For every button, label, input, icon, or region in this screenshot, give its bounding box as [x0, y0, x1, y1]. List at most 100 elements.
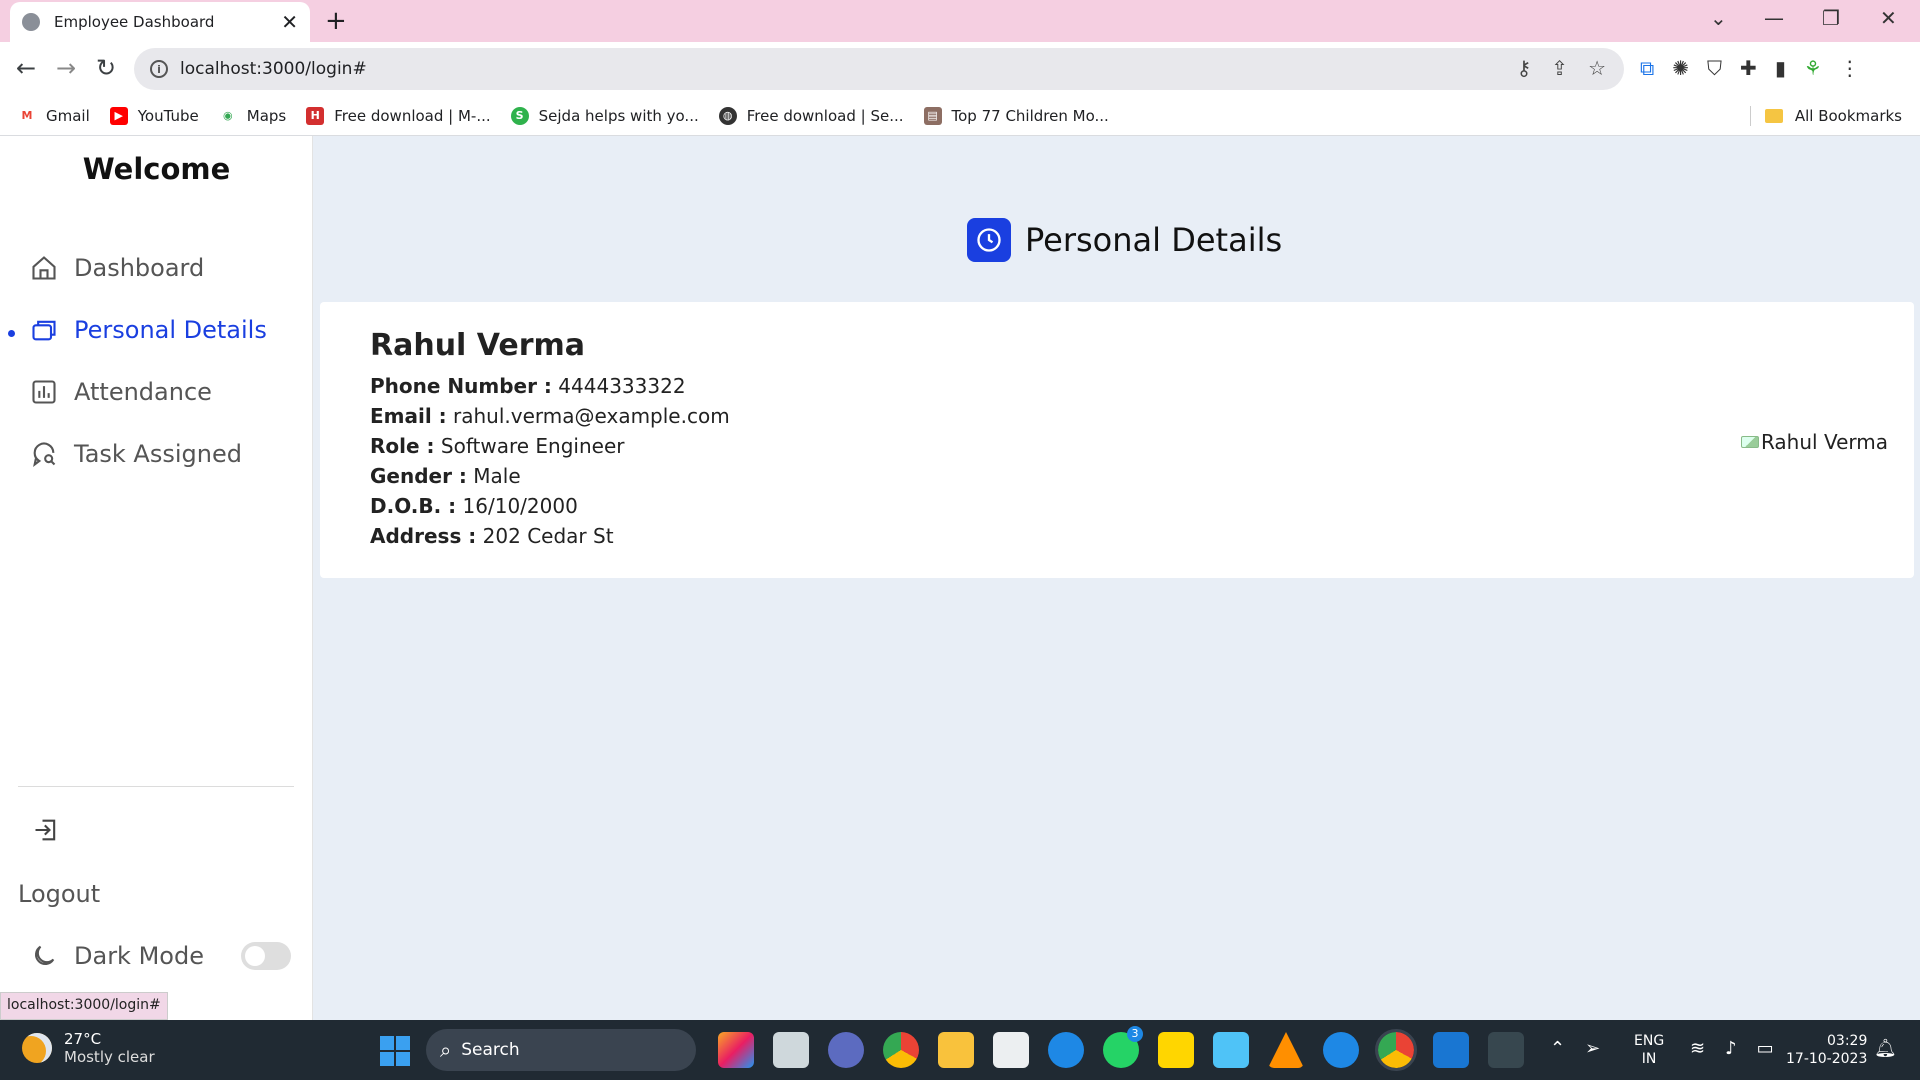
- employee-name: Rahul Verma: [370, 328, 586, 363]
- sidebar-item-personal-details[interactable]: Personal Details: [30, 316, 267, 344]
- bookmark-item[interactable]: M Gmail: [18, 106, 90, 125]
- store-icon[interactable]: [993, 1032, 1029, 1068]
- field-address: Address : 202 Cedar St: [370, 524, 614, 548]
- weather-icon: [22, 1033, 52, 1063]
- tab-title: Employee Dashboard: [54, 13, 215, 31]
- task-view-icon[interactable]: [773, 1032, 809, 1068]
- browser-toolbar: ← → ↻ i localhost:3000/login# ⚷ ⇪ ☆ ⧉ ✺ …: [0, 42, 1920, 96]
- logout-icon[interactable]: [32, 816, 60, 844]
- employee-card: Rahul Verma Phone Number : 4444333322 Em…: [320, 302, 1914, 578]
- terminal-icon[interactable]: [1488, 1032, 1524, 1068]
- restore-icon[interactable]: ❐: [1822, 6, 1840, 30]
- vscode-icon[interactable]: [1433, 1032, 1469, 1068]
- clock-icon: [967, 218, 1011, 262]
- whatsapp-badge: 3: [1127, 1026, 1143, 1042]
- bookmark-item[interactable]: ◉ Maps: [218, 106, 286, 125]
- reload-icon[interactable]: ↻: [96, 54, 116, 82]
- wifi-icon[interactable]: ≋: [1690, 1038, 1705, 1059]
- forward-icon[interactable]: →: [56, 54, 76, 82]
- bookmark-item[interactable]: ◍ Free download | Se...: [718, 106, 904, 125]
- browser-tab[interactable]: Employee Dashboard ✕: [10, 2, 310, 42]
- home-icon: [32, 256, 56, 280]
- welcome-heading: Welcome: [82, 152, 231, 186]
- folder-icon: [1764, 109, 1783, 123]
- sidebar-divider: [18, 786, 294, 787]
- bookmark-item[interactable]: ▤ Top 77 Children Mo...: [923, 106, 1109, 125]
- whatsapp-icon[interactable]: 3: [1103, 1026, 1143, 1068]
- chat-search-icon: [33, 442, 56, 467]
- address-bar[interactable]: i localhost:3000/login# ⚷ ⇪ ☆: [134, 48, 1624, 90]
- taskbar: 27°C Mostly clear ⌕ Search 3 ⌃ ➢ ENG IN …: [0, 1020, 1920, 1080]
- key-icon[interactable]: ⚷: [1517, 56, 1532, 80]
- bookmark-item[interactable]: H Free download | M-...: [306, 106, 491, 125]
- back-icon[interactable]: ←: [16, 54, 36, 82]
- star-icon[interactable]: ☆: [1588, 56, 1606, 80]
- all-bookmarks[interactable]: All Bookmarks: [1749, 106, 1902, 126]
- file-explorer-icon[interactable]: [938, 1032, 974, 1068]
- dark-mode-row: Dark Mode: [30, 942, 204, 970]
- minimize-icon[interactable]: —: [1764, 6, 1784, 30]
- site-info-icon[interactable]: i: [150, 60, 168, 78]
- new-tab-icon[interactable]: +: [325, 6, 347, 36]
- bookmark-favicon-icon: ▶: [109, 106, 128, 125]
- language-indicator[interactable]: ENG IN: [1634, 1032, 1664, 1068]
- bookmark-item[interactable]: ▶ YouTube: [109, 106, 199, 125]
- location-icon[interactable]: ➢: [1585, 1038, 1600, 1059]
- sidebar-item-attendance[interactable]: Attendance: [30, 378, 212, 406]
- close-window-icon[interactable]: ✕: [1880, 6, 1897, 30]
- browser-tab-strip: Employee Dashboard ✕ + ⌄ — ❐ ✕: [0, 0, 1920, 42]
- taskbar-search[interactable]: ⌕ Search: [426, 1029, 696, 1071]
- sidebar: Welcome Dashboard Personal Details Atten…: [0, 136, 313, 1020]
- vlc-icon[interactable]: [1268, 1032, 1304, 1068]
- puzzle-icon[interactable]: ✚: [1740, 56, 1757, 80]
- logout-button[interactable]: Logout: [18, 880, 100, 908]
- chevron-up-icon[interactable]: ⌃: [1550, 1038, 1565, 1059]
- field-email: Email : rahul.verma@example.com: [370, 404, 730, 428]
- address-url: localhost:3000/login#: [180, 59, 367, 79]
- windows-start-icon[interactable]: [380, 1036, 410, 1066]
- bookmark-favicon-icon: M: [18, 106, 36, 125]
- bookmark-item[interactable]: S Sejda helps with yo...: [510, 106, 699, 125]
- cards-icon: [32, 320, 56, 341]
- bookmark-favicon-icon: H: [306, 106, 325, 125]
- system-clock[interactable]: 03:29 17-10-2023: [1786, 1032, 1867, 1068]
- more-menu-icon[interactable]: ⋮: [1840, 56, 1860, 80]
- calculator-icon[interactable]: [1213, 1032, 1249, 1068]
- active-indicator: [8, 330, 15, 337]
- bug-extension-icon[interactable]: ✺: [1672, 56, 1689, 80]
- bookmark-favicon-icon: ◍: [718, 106, 737, 125]
- shield-extension-icon[interactable]: ⛉: [1707, 56, 1722, 80]
- translate-extension-icon[interactable]: ⧉: [1640, 56, 1654, 80]
- edge-icon[interactable]: [1323, 1032, 1359, 1068]
- close-tab-icon[interactable]: ✕: [281, 10, 298, 34]
- status-bar-url: localhost:3000/login#: [0, 992, 168, 1020]
- profile-extension-icon[interactable]: ⚘: [1804, 56, 1822, 80]
- field-role: Role : Software Engineer: [370, 434, 625, 458]
- chrome-active-icon[interactable]: [1375, 1029, 1417, 1071]
- bookmark-favicon-icon: ◉: [218, 106, 237, 125]
- sticky-notes-icon[interactable]: [1158, 1032, 1194, 1068]
- volume-icon[interactable]: ♪: [1725, 1038, 1737, 1059]
- copilot-app-icon[interactable]: [718, 1032, 754, 1068]
- side-panel-icon[interactable]: ▮: [1775, 56, 1786, 80]
- field-phone: Phone Number : 4444333322: [370, 374, 686, 398]
- chevron-down-icon[interactable]: ⌄: [1710, 6, 1727, 30]
- system-tray: ⌃ ➢: [1550, 1038, 1600, 1059]
- sidebar-item-dashboard[interactable]: Dashboard: [30, 254, 204, 282]
- broken-image-icon: [1740, 436, 1759, 448]
- moon-icon: [34, 945, 55, 966]
- bookmark-favicon-icon: ▤: [923, 106, 942, 125]
- toggle-knob: [245, 946, 265, 966]
- page-header: Personal Details: [967, 218, 1282, 262]
- battery-icon[interactable]: ▭: [1757, 1038, 1774, 1059]
- notification-bell-icon[interactable]: 🔔︎: [1874, 1038, 1897, 1059]
- share-icon[interactable]: ⇪: [1551, 56, 1568, 80]
- globe-icon: [22, 13, 40, 31]
- network-tray: ≋ ♪ ▭: [1690, 1038, 1774, 1059]
- dark-mode-toggle[interactable]: [241, 942, 291, 970]
- chrome-icon[interactable]: [883, 1032, 919, 1068]
- teams-icon[interactable]: [828, 1032, 864, 1068]
- sidebar-item-task-assigned[interactable]: Task Assigned: [30, 440, 242, 468]
- help-icon[interactable]: [1048, 1032, 1084, 1068]
- weather-widget[interactable]: 27°C Mostly clear: [22, 1030, 155, 1066]
